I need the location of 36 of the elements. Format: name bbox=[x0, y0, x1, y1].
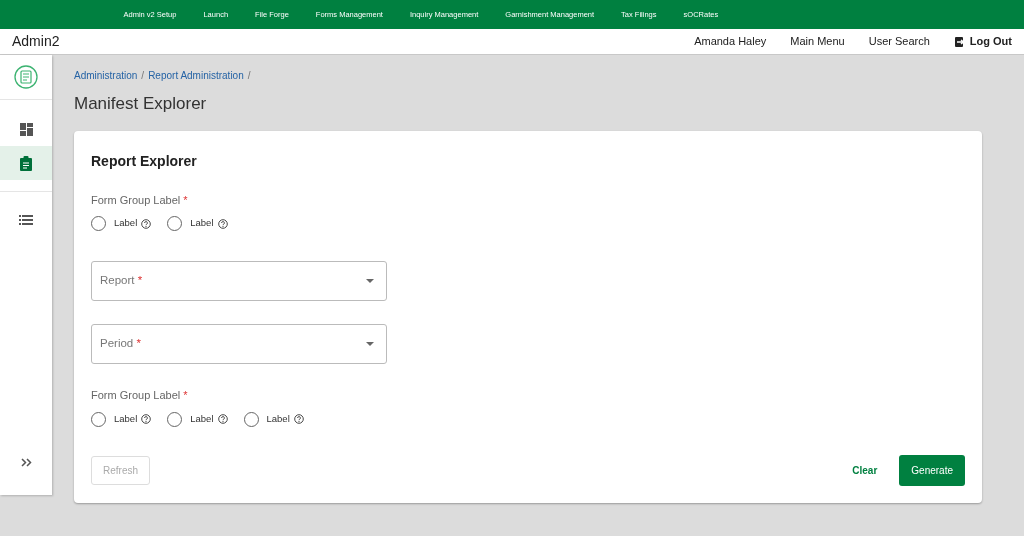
breadcrumb-separator: / bbox=[247, 69, 251, 83]
breadcrumb-separator: / bbox=[141, 69, 145, 83]
group-label: Form Group Label * bbox=[91, 388, 189, 403]
radio-label: Label bbox=[114, 216, 138, 231]
breadcrumb-link[interactable]: Administration bbox=[74, 68, 138, 83]
expand-icon[interactable] bbox=[20, 457, 32, 467]
help-icon[interactable] bbox=[217, 414, 228, 424]
app-title: Admin2 bbox=[12, 32, 60, 51]
help-icon[interactable] bbox=[293, 414, 304, 424]
group-label: Form Group Label * bbox=[91, 192, 189, 208]
radio-label: Label bbox=[114, 411, 138, 426]
page-title: Manifest Explorer bbox=[74, 93, 208, 115]
clear-button[interactable]: Clear bbox=[846, 461, 884, 479]
header-link[interactable]: User Search bbox=[868, 33, 930, 50]
logo-icon bbox=[14, 65, 38, 89]
logout-link[interactable]: Log Out bbox=[953, 33, 1012, 50]
dashboard-icon bbox=[19, 122, 33, 136]
sidebar-item[interactable] bbox=[0, 146, 52, 180]
card-title: Report Explorer bbox=[91, 151, 198, 171]
user-name: Amanda Haley bbox=[694, 34, 767, 50]
caret-icon bbox=[366, 342, 374, 346]
radio-label: Label bbox=[266, 411, 290, 426]
header-link[interactable]: Main Menu bbox=[790, 33, 845, 50]
list-icon bbox=[19, 214, 33, 225]
select-field[interactable]: Period * bbox=[91, 324, 387, 364]
help-icon[interactable] bbox=[217, 218, 228, 229]
help-icon[interactable] bbox=[141, 414, 152, 424]
generate-button[interactable]: Generate bbox=[899, 454, 965, 486]
logout-icon bbox=[953, 35, 966, 48]
clipboard-icon bbox=[20, 155, 32, 171]
select-field[interactable]: Report * bbox=[91, 261, 387, 301]
radio-label: Label bbox=[190, 216, 214, 231]
breadcrumb-link[interactable]: Report Administration bbox=[148, 68, 244, 83]
caret-icon bbox=[366, 279, 374, 283]
help-icon[interactable] bbox=[141, 218, 152, 229]
radio-label: Label bbox=[190, 411, 214, 426]
